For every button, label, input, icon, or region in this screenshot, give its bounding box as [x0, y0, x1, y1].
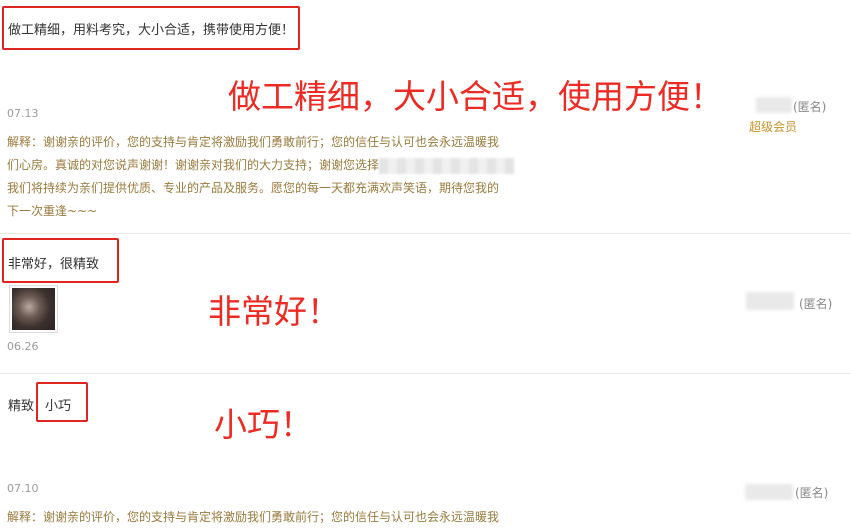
review-date: 06.26 [7, 340, 39, 353]
seller-reply: 解释：谢谢亲的评价，您的支持与肯定将激励我们勇敢前行；您的信任与认可也会永远温暖… [7, 506, 552, 529]
review-text: 非常好，很精致 [8, 257, 100, 272]
reply-line: 解释：谢谢亲的评价，您的支持与肯定将激励我们勇敢前行；您的信任与认可也会永远温暖… [7, 510, 500, 524]
user-avatar [746, 292, 794, 310]
annotation-text: 小巧！ [214, 405, 313, 444]
user-avatar [745, 484, 793, 500]
review-tag: 小巧 [45, 399, 72, 414]
review-date: 07.13 [7, 107, 39, 120]
anonymous-user-label: (匿名) [793, 100, 827, 114]
review-photo [12, 288, 55, 330]
reply-line: 解释：谢谢亲的评价，您的支持与肯定将激励我们勇敢前行；您的信任与认可也会永远温暖… [7, 135, 500, 149]
anonymous-user-label: (匿名) [795, 486, 829, 500]
review-photo-thumbnail[interactable] [9, 285, 58, 333]
annotation-text: 非常好！ [208, 292, 340, 331]
reply-line: 们心房。真诚的对您说声谢谢！谢谢亲对我们的大力支持；谢谢您选择 [7, 154, 552, 177]
member-badge[interactable]: 超级会员 [749, 118, 797, 135]
review-text-prefix: 精致 [8, 399, 35, 414]
reply-line: 下一次重逢~~~ [7, 204, 98, 218]
user-avatar [756, 97, 792, 113]
reply-line: 我们将持续为亲们提供优质、专业的产品及服务。愿您的每一天都充满欢声笑语，期待您我… [7, 181, 500, 195]
review-divider [0, 373, 851, 374]
review-text: 做工精细，用料考究，大小合适，携带使用方便！ [8, 23, 295, 38]
anonymous-user-label: (匿名) [799, 297, 833, 311]
seller-reply: 解释：谢谢亲的评价，您的支持与肯定将激励我们勇敢前行；您的信任与认可也会永远温暖… [7, 131, 552, 223]
annotation-text: 做工精细，大小合适，使用方便！ [228, 77, 723, 116]
review-date: 07.10 [7, 482, 39, 495]
redacted-block [379, 157, 515, 174]
review-divider [0, 233, 851, 234]
